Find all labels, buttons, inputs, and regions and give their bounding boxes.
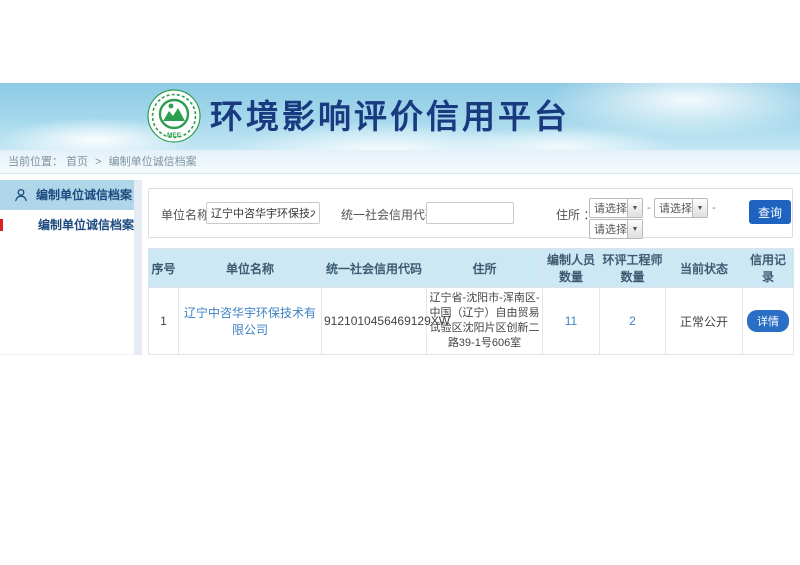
breadcrumb-separator: >: [95, 156, 101, 168]
chevron-down-icon: ▼: [627, 199, 642, 217]
sidebar-section-header[interactable]: 编制单位诚信档案: [0, 180, 134, 210]
cell-address: 辽宁省-沈阳市-浑南区-中国（辽宁）自由贸易试验区沈阳片区创新二路39-1号60…: [427, 288, 543, 355]
active-indicator: [0, 219, 3, 231]
sidebar-item-label: 编制单位诚信档案: [38, 218, 134, 232]
detail-button[interactable]: 详情: [747, 310, 789, 332]
cell-credit-code: 9121010456469129XW: [322, 288, 427, 355]
page: MEE 环境影响评价信用平台 当前位置： 首页 > 编制单位诚信档案 编制单位诚…: [0, 0, 800, 565]
unit-name-link[interactable]: 辽宁中咨华宇环保技术有限公司: [184, 306, 316, 337]
col-serial: 序号: [149, 249, 179, 288]
query-button[interactable]: 查询: [749, 200, 791, 224]
col-credit-code: 统一社会信用代码: [322, 249, 427, 288]
breadcrumb-prefix: 当前位置：: [8, 156, 63, 168]
header-banner: MEE 环境影响评价信用平台: [0, 83, 800, 150]
sidebar-section-title: 编制单位诚信档案: [36, 180, 132, 210]
sidebar-item-credit-archive[interactable]: 编制单位诚信档案: [0, 210, 134, 240]
table-header-row: 序号 单位名称 统一社会信用代码 住所 编制人员数量 环评工程师数量 当前状态 …: [149, 249, 794, 288]
table-row: 1 辽宁中咨华宇环保技术有限公司 9121010456469129XW 辽宁省-…: [149, 288, 794, 355]
staff-count-link[interactable]: 11: [565, 314, 577, 328]
col-credit-record: 信用记录: [743, 249, 794, 288]
address-dash: -: [647, 202, 651, 214]
district-select[interactable]: 请选择 ▼: [589, 219, 643, 239]
province-select[interactable]: 请选择 ▼: [589, 198, 643, 218]
col-staff-count: 编制人员数量: [543, 249, 600, 288]
breadcrumb-home-link[interactable]: 首页: [66, 156, 88, 168]
results-table: 序号 单位名称 统一社会信用代码 住所 编制人员数量 环评工程师数量 当前状态 …: [148, 248, 794, 355]
sidebar: 编制单位诚信档案 编制单位诚信档案: [0, 180, 134, 355]
col-unit-name: 单位名称: [179, 249, 322, 288]
col-address: 住所: [427, 249, 543, 288]
city-select[interactable]: 请选择 ▼: [654, 198, 708, 218]
mee-logo-icon: MEE: [147, 89, 201, 143]
chevron-down-icon: ▼: [627, 220, 642, 238]
engineer-count-link[interactable]: 2: [629, 314, 636, 328]
col-status: 当前状态: [666, 249, 743, 288]
cell-status: 正常公开: [666, 288, 743, 355]
page-title: 环境影响评价信用平台: [210, 83, 570, 150]
cell-serial: 1: [149, 288, 179, 355]
col-engineer-count: 环评工程师数量: [600, 249, 666, 288]
breadcrumb-current: 编制单位诚信档案: [109, 156, 197, 168]
credit-code-input[interactable]: [426, 202, 514, 224]
user-icon: [14, 188, 28, 202]
breadcrumb: 当前位置： 首页 > 编制单位诚信档案: [0, 150, 800, 174]
svg-text:MEE: MEE: [167, 132, 182, 139]
address-dash-2: -: [712, 202, 716, 214]
search-panel: 单位名称 ： 统一社会信用代码 ： 住所 ： 请选择 ▼ - 请选择 ▼ - 请…: [148, 188, 793, 238]
sidebar-divider: [134, 180, 142, 355]
chevron-down-icon: ▼: [692, 199, 707, 217]
unit-name-input[interactable]: [206, 202, 320, 224]
